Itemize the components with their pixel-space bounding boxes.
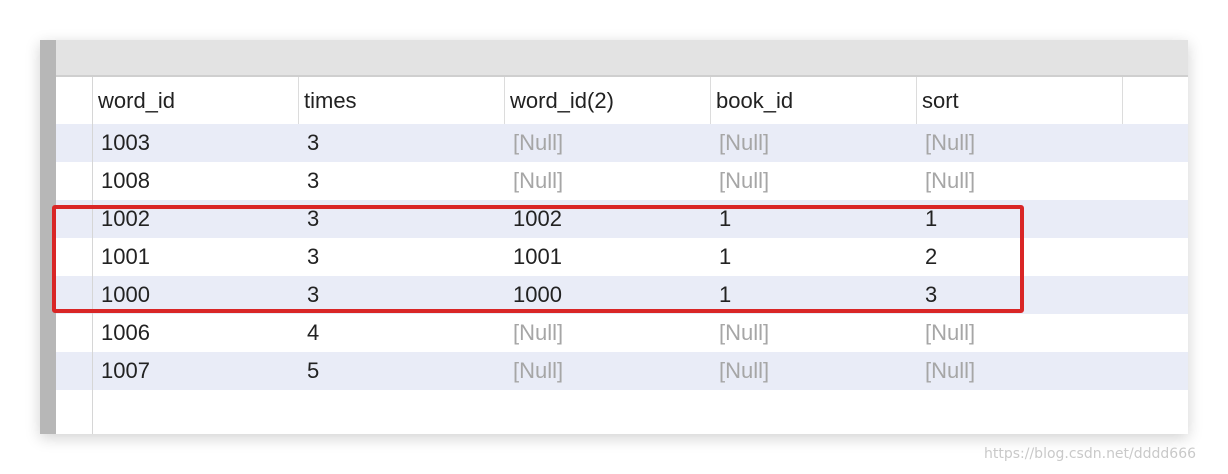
cell-word-id-2[interactable]: [Null] [505, 124, 711, 162]
row-selector[interactable] [56, 162, 92, 200]
cell-times[interactable]: 5 [299, 352, 505, 390]
cell-book-id[interactable]: [Null] [711, 352, 917, 390]
cell-word-id[interactable]: 1007 [93, 352, 299, 390]
column-header-sort[interactable]: sort [917, 77, 1123, 124]
cell-times[interactable]: 4 [299, 314, 505, 352]
cell-book-id[interactable]: [Null] [711, 162, 917, 200]
column-header-row: word_id times word_id(2) book_id sort [93, 77, 1188, 126]
cell-word-id[interactable]: 1006 [93, 314, 299, 352]
table-row[interactable]: 1008 3 [Null] [Null] [Null] [93, 162, 1188, 200]
cell-word-id[interactable]: 1008 [93, 162, 299, 200]
cell-word-id-2[interactable]: [Null] [505, 314, 711, 352]
highlight-box [52, 205, 1024, 313]
cell-times[interactable]: 3 [299, 124, 505, 162]
watermark: https://blog.csdn.net/dddd666 [984, 446, 1197, 462]
column-header-times[interactable]: times [299, 77, 505, 124]
column-header-book-id[interactable]: book_id [711, 77, 917, 124]
toolbar [56, 40, 1188, 77]
cell-sort[interactable]: [Null] [917, 162, 1123, 200]
cell-word-id-2[interactable]: [Null] [505, 162, 711, 200]
cell-book-id[interactable]: [Null] [711, 314, 917, 352]
cell-word-id-2[interactable]: [Null] [505, 352, 711, 390]
cell-times[interactable]: 3 [299, 162, 505, 200]
column-header-word-id-2[interactable]: word_id(2) [505, 77, 711, 124]
row-selector[interactable] [56, 124, 92, 162]
column-header-word-id[interactable]: word_id [93, 77, 299, 124]
table-row[interactable]: 1006 4 [Null] [Null] [Null] [93, 314, 1188, 352]
cell-sort[interactable]: [Null] [917, 124, 1123, 162]
table-row[interactable]: 1003 3 [Null] [Null] [Null] [93, 124, 1188, 162]
cell-sort[interactable]: [Null] [917, 352, 1123, 390]
row-selector[interactable] [56, 314, 92, 352]
cell-sort[interactable]: [Null] [917, 314, 1123, 352]
cell-word-id[interactable]: 1003 [93, 124, 299, 162]
row-selector[interactable] [56, 352, 92, 390]
cell-book-id[interactable]: [Null] [711, 124, 917, 162]
table-row[interactable]: 1007 5 [Null] [Null] [Null] [93, 352, 1188, 390]
